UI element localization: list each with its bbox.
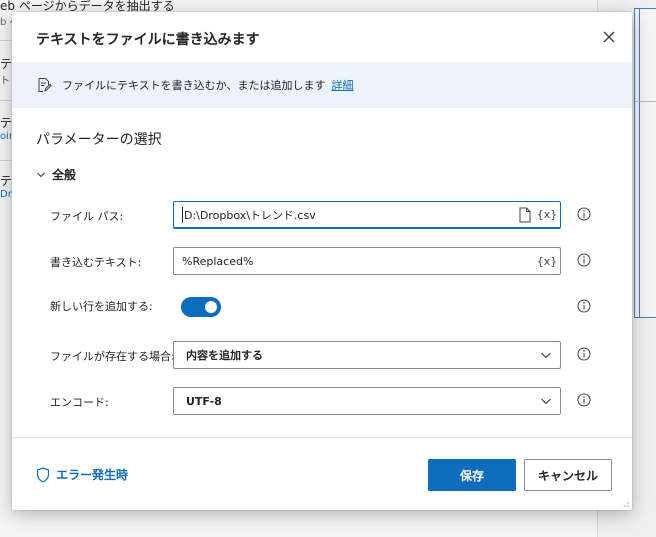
write-text-dialog: テキストをファイルに書き込みます ファイルにテキストを書き込むか、または追加しま… xyxy=(12,12,632,510)
chevron-down-icon xyxy=(541,352,551,359)
file-path-label: ファイル パス: xyxy=(50,210,124,223)
on-error-link[interactable]: エラー発生時 xyxy=(36,466,128,483)
text-value: %Replaced% xyxy=(182,254,254,268)
general-group-toggle[interactable]: 全般 xyxy=(36,166,76,183)
if-exists-dropdown[interactable]: 内容を追加する xyxy=(173,341,561,369)
encoding-label: エンコード: xyxy=(50,396,109,409)
insert-variable-button[interactable]: {x} xyxy=(536,250,558,272)
encoding-row: エンコード: UTF-8 xyxy=(12,387,632,415)
document-edit-icon xyxy=(38,78,52,93)
text-label: 書き込むテキスト: xyxy=(50,256,142,269)
file-path-input[interactable]: D:\Dropbox\トレンド.csv {x} xyxy=(173,201,561,229)
info-icon[interactable] xyxy=(577,347,591,361)
info-icon[interactable] xyxy=(577,393,591,407)
file-path-value: D:\Dropbox\トレンド.csv xyxy=(182,206,516,223)
dialog-title: テキストをファイルに書き込みます xyxy=(36,32,260,48)
close-icon xyxy=(603,31,615,43)
toggle-knob xyxy=(205,301,217,313)
if-exists-row: ファイルが存在する場合: 内容を追加する xyxy=(12,341,632,369)
newline-toggle[interactable] xyxy=(181,297,221,317)
info-bar: ファイルにテキストを書き込むか、または追加します 詳細 xyxy=(12,62,632,108)
encoding-value: UTF-8 xyxy=(186,394,222,408)
newline-label: 新しい行を追加する: xyxy=(50,300,153,313)
encoding-dropdown[interactable]: UTF-8 xyxy=(173,387,561,415)
text-input[interactable]: %Replaced% {x} xyxy=(173,247,561,275)
info-icon[interactable] xyxy=(577,207,591,221)
group-label: 全般 xyxy=(52,168,77,182)
info-icon[interactable] xyxy=(577,299,591,313)
on-error-label: エラー発生時 xyxy=(56,468,129,482)
save-button[interactable]: 保存 xyxy=(428,459,516,491)
if-exists-value: 内容を追加する xyxy=(186,349,263,362)
file-icon xyxy=(519,207,531,222)
close-button[interactable] xyxy=(600,28,618,46)
file-path-row: ファイル パス: D:\Dropbox\トレンド.csv {x} xyxy=(12,201,632,229)
cancel-button[interactable]: キャンセル xyxy=(524,459,612,491)
resize-grip-icon[interactable] xyxy=(622,500,630,508)
insert-variable-button[interactable]: {x} xyxy=(536,204,558,226)
shield-icon xyxy=(36,466,50,483)
footer-divider xyxy=(12,437,632,438)
info-text: ファイルにテキストを書き込むか、または追加します xyxy=(62,79,326,92)
section-heading: パラメーターの選択 xyxy=(36,132,162,148)
learn-more-link[interactable]: 詳細 xyxy=(331,77,353,93)
if-exists-label: ファイルが存在する場合: xyxy=(50,350,175,363)
newline-row: 新しい行を追加する: xyxy=(12,296,632,324)
chevron-down-icon xyxy=(37,172,45,177)
select-file-button[interactable] xyxy=(516,204,534,226)
text-row: 書き込むテキスト: %Replaced% {x} xyxy=(12,247,632,275)
info-icon[interactable] xyxy=(577,253,591,267)
bg-right-selection xyxy=(634,8,656,318)
chevron-down-icon xyxy=(541,398,551,405)
